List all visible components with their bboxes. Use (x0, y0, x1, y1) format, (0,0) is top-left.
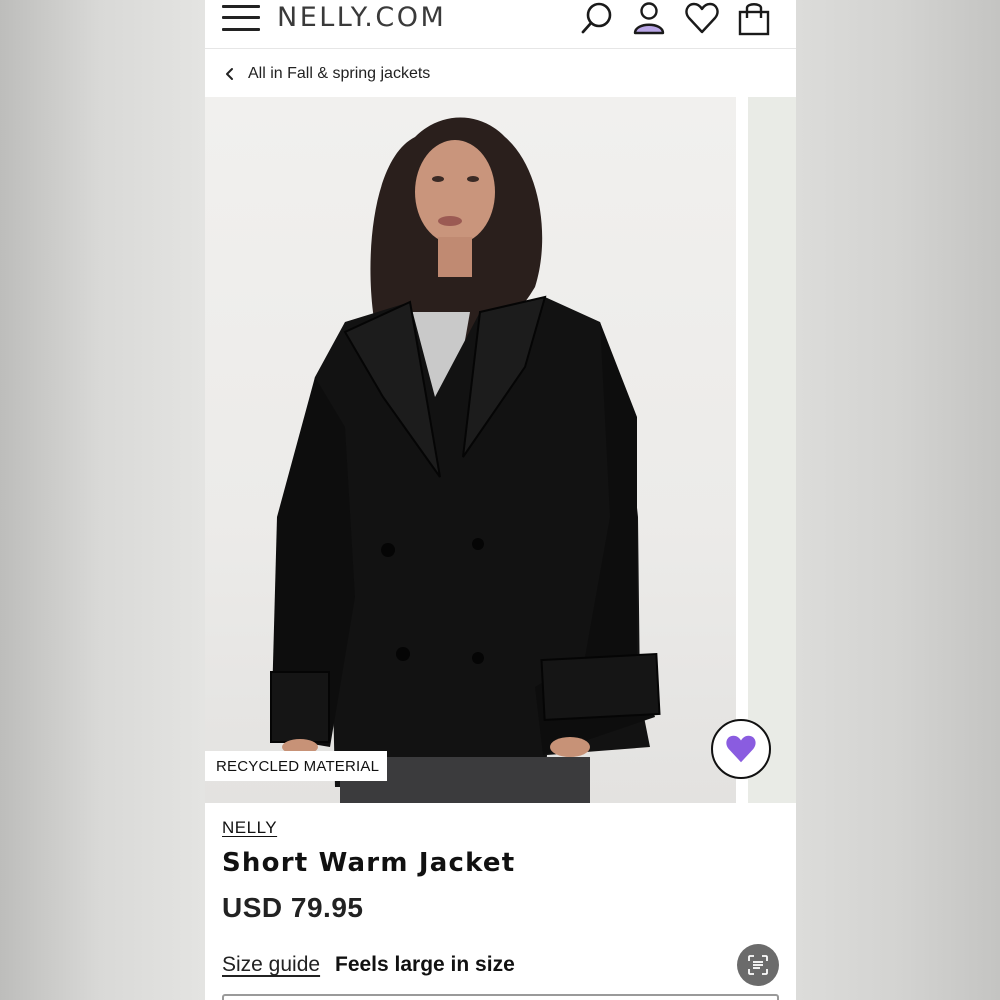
bag-icon[interactable] (736, 0, 772, 36)
product-price: USD 79.95 (222, 892, 364, 923)
size-guide-link[interactable]: Size guide (222, 953, 320, 977)
site-logo[interactable]: NELLY.COM (277, 2, 446, 33)
breadcrumb-back-link[interactable]: All in Fall & spring jackets (223, 62, 430, 86)
account-icon[interactable] (631, 0, 667, 36)
scan-text-icon (748, 955, 768, 975)
recycled-material-badge: RECYCLED MATERIAL (205, 751, 387, 781)
scan-button[interactable] (737, 944, 779, 986)
menu-icon[interactable] (222, 3, 260, 33)
heart-icon[interactable] (684, 0, 720, 36)
top-bar: NELLY.COM (205, 0, 796, 49)
size-select[interactable] (222, 994, 779, 1000)
search-icon[interactable] (579, 0, 615, 36)
heart-filled-icon (726, 735, 756, 763)
next-image-preview[interactable] (748, 97, 796, 803)
model-photo (270, 117, 661, 803)
fit-note: Feels large in size (335, 953, 515, 976)
breadcrumb-label: All in Fall & spring jackets (248, 65, 431, 82)
chevron-left-icon (226, 68, 233, 80)
favorite-button[interactable] (711, 719, 771, 779)
brand-link[interactable]: NELLY (222, 818, 277, 838)
product-name: Short Warm Jacket (222, 848, 516, 878)
phone-screen: NELLY.COM All in Fall & spring jackets R… (205, 0, 796, 1000)
product-image[interactable] (205, 97, 736, 803)
